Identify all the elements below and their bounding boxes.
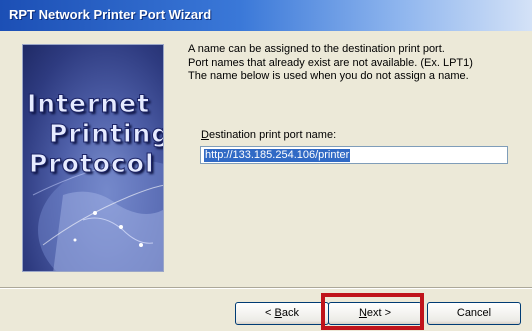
banner-word-printing: Printing xyxy=(48,119,164,149)
banner-word-internet: Internet xyxy=(26,89,151,119)
footer-divider-highlight xyxy=(0,288,532,289)
description-line: Port names that already exist are not av… xyxy=(188,56,473,69)
title-bar: RPT Network Printer Port Wizard xyxy=(0,0,532,31)
next-button-highlight xyxy=(321,293,424,330)
port-name-input[interactable]: http://133.185.254.106/printer xyxy=(200,146,508,164)
description-line: A name can be assigned to the destinatio… xyxy=(188,43,445,55)
description-text: A name can be assigned to the destinatio… xyxy=(188,43,473,84)
ipp-banner-image: Internet Printing Protocol xyxy=(22,44,164,272)
back-label: ack xyxy=(281,307,299,319)
back-prefix: < xyxy=(265,307,275,319)
label-mnemonic: D xyxy=(201,129,209,141)
banner-word-protocol: Protocol xyxy=(29,149,155,179)
window-title: RPT Network Printer Port Wizard xyxy=(9,7,212,22)
back-button[interactable]: < Back xyxy=(235,302,329,325)
port-name-value: http://133.185.254.106/printer xyxy=(204,149,351,162)
cancel-button[interactable]: Cancel xyxy=(427,302,521,325)
label-text: estination print port name: xyxy=(208,129,337,141)
description-line: The name below is used when you do not a… xyxy=(188,70,469,82)
back-mnemonic: B xyxy=(274,307,282,319)
port-name-label: Destination print port name: xyxy=(201,129,336,141)
